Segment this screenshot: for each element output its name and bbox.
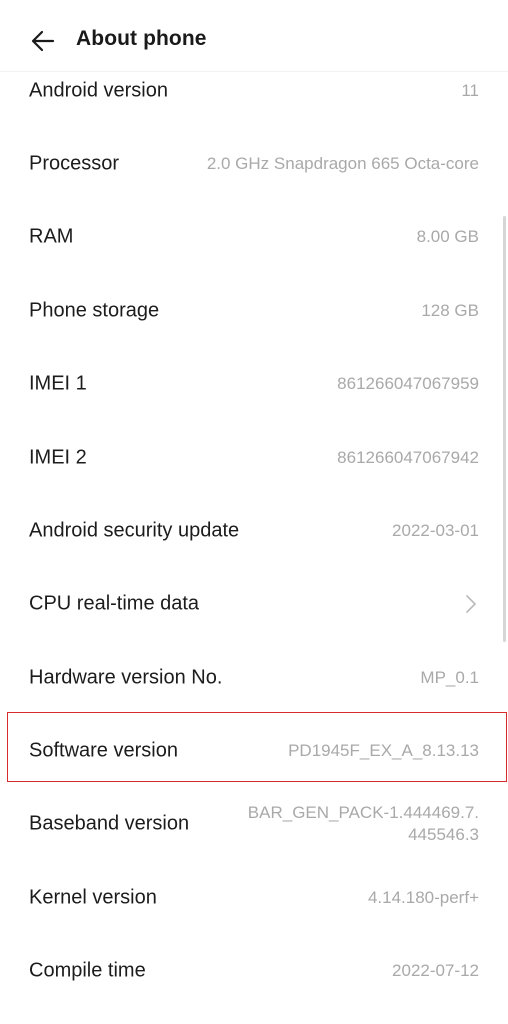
row-value: 8.00 GB <box>416 226 479 246</box>
row-value: PD1945F_EX_A_8.13.13 <box>288 740 479 760</box>
row-label: Processor <box>29 152 120 174</box>
row-value: BAR_GEN_PACK-1.444469.7. 445546.3 <box>247 802 479 844</box>
row-value: 861266047067942 <box>337 447 479 467</box>
info-row-kernel-version[interactable]: Kernel version 4.14.180-perf+ <box>0 861 508 934</box>
row-label: IMEI 2 <box>29 446 87 468</box>
page-title: About phone <box>76 27 207 50</box>
row-value: 128 GB <box>421 300 479 320</box>
row-label: Android security update <box>29 519 240 541</box>
info-row-hardware-version[interactable]: Hardware version No. MP_0.1 <box>0 641 508 714</box>
info-row-imei-1[interactable]: IMEI 1 861266047067959 <box>0 347 508 420</box>
scrollbar[interactable] <box>503 216 506 642</box>
row-value: 2022-03-01 <box>392 520 479 540</box>
row-label: Android version <box>29 79 168 101</box>
row-value: 11 <box>461 80 479 100</box>
info-row-baseband-version[interactable]: Baseband version BAR_GEN_PACK-1.444469.7… <box>0 787 508 860</box>
row-label: Baseband version <box>29 812 190 834</box>
row-label: Phone storage <box>29 299 160 321</box>
info-row-compile-time[interactable]: Compile time 2022-07-12 <box>0 934 508 1007</box>
row-value: 4.14.180-perf+ <box>367 887 479 907</box>
row-label: CPU real-time data <box>29 592 200 614</box>
info-row-software-version[interactable]: Software version PD1945F_EX_A_8.13.13 <box>0 714 508 787</box>
info-row-imei-2[interactable]: IMEI 2 861266047067942 <box>0 421 508 494</box>
info-row-android-security-update[interactable]: Android security update 2022-03-01 <box>0 494 508 567</box>
back-button[interactable] <box>30 28 56 54</box>
row-value: MP_0.1 <box>420 667 479 687</box>
chevron-right-icon <box>466 594 476 613</box>
arrow-left-icon <box>31 30 55 52</box>
row-label: IMEI 1 <box>29 372 87 394</box>
info-row-cpu-real-time-data[interactable]: CPU real-time data <box>0 567 508 640</box>
info-row-ram[interactable]: RAM 8.00 GB <box>0 200 508 273</box>
info-row-android-version[interactable]: Android version 11 <box>0 54 508 127</box>
info-row-processor[interactable]: Processor 2.0 GHz Snapdragon 665 Octa-co… <box>0 127 508 200</box>
row-label: Compile time <box>29 959 146 981</box>
row-value: 2.0 GHz Snapdragon 665 Octa-core <box>206 153 479 173</box>
row-label: Software version <box>29 739 178 761</box>
info-row-phone-storage[interactable]: Phone storage 128 GB <box>0 274 508 347</box>
row-value: 861266047067959 <box>337 373 479 393</box>
row-label: Hardware version No. <box>29 666 223 688</box>
row-label: RAM <box>29 225 74 247</box>
row-label: Kernel version <box>29 886 157 908</box>
row-value: 2022-07-12 <box>392 960 479 980</box>
